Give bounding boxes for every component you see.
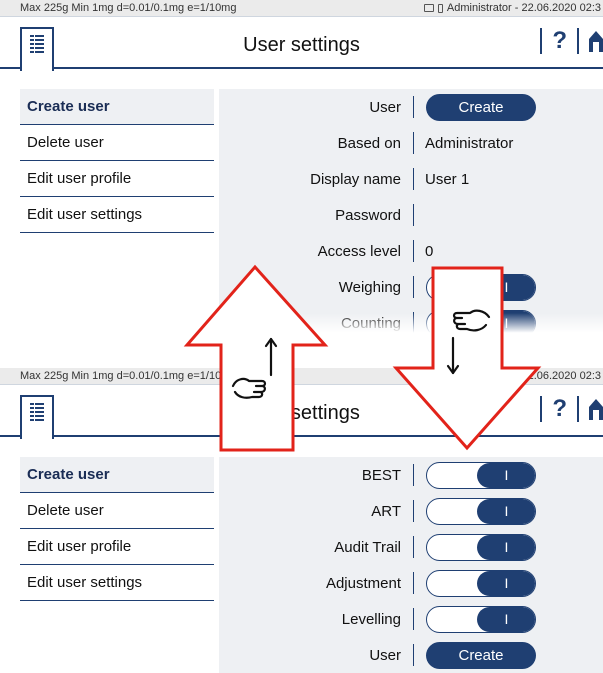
screen-top: Max 225g Min 1mg d=0.01/0.1mg e=1/10mg A… <box>0 0 603 335</box>
help-icon[interactable]: ? <box>552 29 567 53</box>
row-best: BEST 0I <box>219 457 603 493</box>
row-label: Based on <box>337 134 401 152</box>
row-label: Audit Trail <box>334 538 401 556</box>
toggle-on: I <box>477 606 535 632</box>
sidebar-item-label: Create user <box>27 466 110 483</box>
row-user: User Create <box>219 637 603 673</box>
weighing-toggle[interactable]: 0I <box>426 273 536 301</box>
sidebar-item-label: Edit user settings <box>27 574 143 591</box>
home-icon[interactable] <box>589 398 603 420</box>
row-access-level[interactable]: Access level 0 <box>219 233 603 269</box>
row-label: User <box>369 98 401 116</box>
sidebar-item-delete-user[interactable]: Delete user <box>20 493 214 529</box>
toggle-on: I <box>477 498 535 524</box>
sidebar-item-edit-user-profile[interactable]: Edit user profile <box>20 161 214 197</box>
row-label: Display name <box>310 170 401 188</box>
best-toggle[interactable]: 0I <box>426 461 536 489</box>
sidebar-item-label: Edit user profile <box>27 538 132 555</box>
header: User settings ? <box>0 17 603 71</box>
toggle-on: I <box>477 310 535 335</box>
levelling-toggle[interactable]: 0I <box>426 605 536 633</box>
page-title: User settings <box>243 402 360 424</box>
row-label: Counting <box>340 314 401 332</box>
row-audit-trail: Audit Trail 0I <box>219 529 603 565</box>
create-button[interactable]: Create <box>426 93 536 121</box>
settings-grid: User Create Based on Administrator Displ… <box>219 89 603 335</box>
toggle-off: 0 <box>448 611 456 627</box>
art-toggle[interactable]: 0I <box>426 497 536 525</box>
row-label: ART <box>371 502 401 520</box>
toggle-off: 0 <box>448 279 456 295</box>
status-bar: Max 225g Min 1mg d=0.01/0.1mg e=1/10mg A… <box>0 368 603 385</box>
user-datetime: Administrator - 22.06.2020 02:3 <box>446 370 601 382</box>
sidebar-item-edit-user-profile[interactable]: Edit user profile <box>20 529 214 565</box>
counting-toggle[interactable]: 0I <box>426 309 536 335</box>
sidebar-item-edit-user-settings[interactable]: Edit user settings <box>20 197 214 233</box>
printer-icon <box>423 4 434 12</box>
sidebar-item-label: Delete user <box>27 502 104 519</box>
status-bar: Max 225g Min 1mg d=0.01/0.1mg e=1/10mg A… <box>0 0 603 17</box>
scale-info: Max 225g Min 1mg d=0.01/0.1mg e=1/10mg <box>20 370 237 382</box>
sidebar-item-create-user[interactable]: Create user <box>20 89 214 125</box>
page-title: User settings <box>243 34 360 56</box>
row-label: Adjustment <box>325 574 401 592</box>
sidebar: Create user Delete user Edit user profil… <box>20 457 214 601</box>
sidebar-item-label: Edit user settings <box>27 206 143 223</box>
toggle-off: 0 <box>448 315 456 331</box>
row-counting: Counting 0I <box>219 305 603 335</box>
printer-icon <box>423 372 434 380</box>
row-display-name[interactable]: Display name User 1 <box>219 161 603 197</box>
screen-bottom: Max 225g Min 1mg d=0.01/0.1mg e=1/10mg A… <box>0 368 603 673</box>
row-password[interactable]: Password <box>219 197 603 233</box>
toggle-off: 0 <box>448 467 456 483</box>
row-label: Weighing <box>338 278 401 296</box>
display-name-value: User 1 <box>425 170 470 188</box>
sidebar-item-edit-user-settings[interactable]: Edit user settings <box>20 565 214 601</box>
battery-icon <box>437 371 443 381</box>
battery-icon <box>437 3 443 13</box>
toggle-off: 0 <box>448 575 456 591</box>
sidebar-item-label: Create user <box>27 98 110 115</box>
create-button[interactable]: Create <box>426 641 536 669</box>
row-label: BEST <box>361 466 401 484</box>
toggle-off: 0 <box>448 539 456 555</box>
row-label: User <box>369 646 401 664</box>
toggle-on: I <box>477 534 535 560</box>
scale-info: Max 225g Min 1mg d=0.01/0.1mg e=1/10mg <box>20 2 237 14</box>
help-icon[interactable]: ? <box>552 397 567 421</box>
toggle-on: I <box>477 462 535 488</box>
header: User settings ? <box>0 385 603 439</box>
row-label: Levelling <box>341 610 401 628</box>
sidebar-item-label: Delete user <box>27 134 104 151</box>
user-datetime: Administrator - 22.06.2020 02:3 <box>446 2 601 14</box>
toggle-on: I <box>477 570 535 596</box>
home-icon[interactable] <box>589 30 603 52</box>
row-label: Password <box>335 206 401 224</box>
row-based-on[interactable]: Based on Administrator <box>219 125 603 161</box>
row-levelling: Levelling 0I <box>219 601 603 637</box>
based-on-value: Administrator <box>425 134 514 152</box>
access-level-value: 0 <box>425 242 434 260</box>
row-art: ART 0I <box>219 493 603 529</box>
sidebar-item-create-user[interactable]: Create user <box>20 457 214 493</box>
sidebar: Create user Delete user Edit user profil… <box>20 89 214 233</box>
toggle-off: 0 <box>448 503 456 519</box>
sidebar-item-label: Edit user profile <box>27 170 132 187</box>
row-adjustment: Adjustment 0I <box>219 565 603 601</box>
settings-grid: BEST 0I ART 0I Audit Trail 0I Adjustment… <box>219 457 603 673</box>
row-label: Access level <box>317 242 401 260</box>
adjustment-toggle[interactable]: 0I <box>426 569 536 597</box>
toggle-on: I <box>477 274 535 300</box>
row-user: User Create <box>219 89 603 125</box>
sidebar-item-delete-user[interactable]: Delete user <box>20 125 214 161</box>
row-weighing: Weighing 0I <box>219 269 603 305</box>
audit-trail-toggle[interactable]: 0I <box>426 533 536 561</box>
